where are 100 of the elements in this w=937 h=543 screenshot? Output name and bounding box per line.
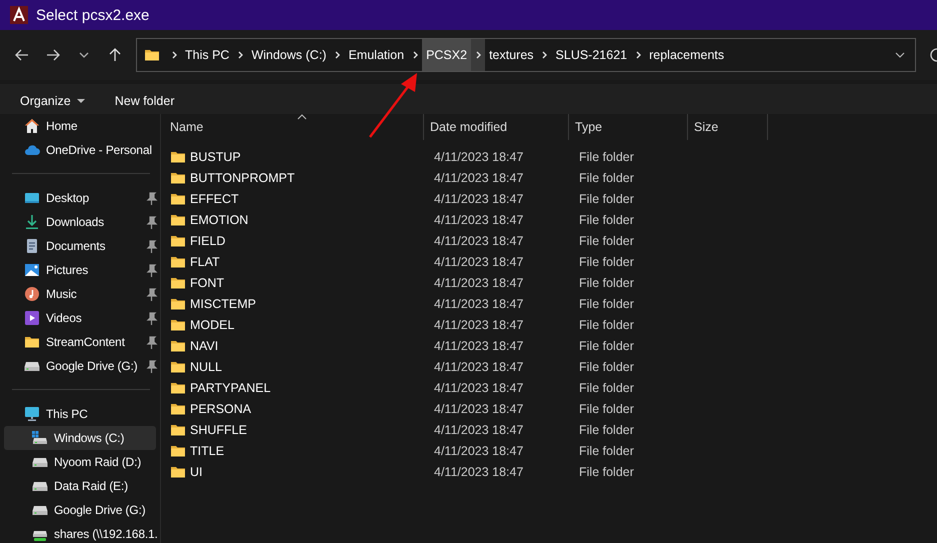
sidebar-item[interactable]: Documents [4, 234, 160, 258]
file-name[interactable]: EMOTION [170, 212, 433, 228]
file-name[interactable]: PERSONA [170, 400, 433, 416]
document-icon [24, 238, 40, 254]
date-modified: 4/11/2023 18:47 [433, 360, 524, 374]
chevron-icon [412, 50, 419, 60]
file-name[interactable]: FONT [170, 274, 433, 290]
date-modified: 4/11/2023 18:47 [433, 276, 524, 290]
file-name[interactable]: SHUFFLE [170, 422, 433, 438]
sidebar-item[interactable]: This PC [4, 402, 160, 426]
file-name[interactable]: FIELD [170, 232, 433, 248]
address-bar[interactable]: This PC Windows (C:) Emulation PCSX2 textures SLUS-21621 replacements [136, 38, 916, 72]
app-icon [10, 6, 28, 24]
breadcrumb[interactable]: Windows (C:) [247, 39, 330, 71]
breadcrumb[interactable]: replacements [645, 39, 728, 71]
desktop-icon [24, 190, 40, 206]
file-type: File folder [578, 380, 635, 394]
date-modified: 4/11/2023 18:47 [433, 170, 524, 184]
file-name[interactable]: MODEL [170, 316, 433, 332]
file-name[interactable]: NAVI [170, 338, 433, 354]
sidebar-item[interactable]: Desktop [4, 186, 160, 210]
date-modified: 4/11/2023 18:47 [433, 444, 524, 458]
file-type: File folder [578, 444, 635, 458]
annotation-arrow [369, 73, 417, 138]
picture-icon [24, 262, 40, 278]
column-header[interactable]: Name [161, 114, 424, 140]
file-name[interactable]: PARTYPANEL [170, 380, 433, 396]
forward-icon [45, 47, 61, 63]
sidebar-item[interactable]: Windows (C:) [4, 426, 156, 450]
file-name[interactable]: EFFECT [170, 190, 433, 206]
breadcrumb[interactable]: Emulation [344, 39, 408, 71]
computer-icon [24, 406, 40, 422]
date-modified: 4/11/2023 18:47 [433, 212, 524, 226]
file-name[interactable]: NULL [170, 358, 433, 374]
file-type: File folder [578, 318, 635, 332]
download-icon [24, 214, 40, 230]
date-modified: 4/11/2023 18:47 [433, 422, 524, 436]
sidebar-item[interactable]: Google Drive (G:) [4, 354, 160, 378]
back-icon [14, 47, 30, 63]
breadcrumb[interactable]: This PC [181, 39, 234, 71]
breadcrumb[interactable]: textures [485, 39, 538, 71]
file-type: File folder [578, 464, 635, 478]
file-type: File folder [578, 422, 635, 436]
date-modified: 4/11/2023 18:47 [433, 402, 524, 416]
system-drive-icon [32, 430, 48, 446]
file-name[interactable]: TITLE [170, 442, 433, 458]
sidebar-item[interactable]: Data Raid (E:) [4, 474, 160, 498]
dropdown-icon [895, 52, 905, 58]
chevron-icon [634, 50, 642, 60]
chevron-icon [334, 50, 341, 60]
chevron-icon [474, 50, 482, 60]
sidebar-item[interactable]: OneDrive - Personal [4, 138, 160, 162]
date-modified: 4/11/2023 18:47 [433, 380, 524, 394]
drive-icon [24, 362, 40, 370]
sidebar-item[interactable]: Pictures [4, 258, 160, 282]
sidebar-item[interactable]: shares (\\192.168.1. [4, 522, 160, 543]
file-type: File folder [578, 212, 635, 226]
new-folder-button[interactable]: New folder [106, 88, 182, 114]
chevron-icon [236, 50, 244, 60]
file-name[interactable]: BUSTUP [170, 148, 433, 164]
caret-icon [76, 99, 85, 103]
column-header[interactable]: Size [688, 114, 768, 140]
drive-icon [32, 506, 48, 514]
column-header[interactable]: Type [569, 114, 688, 140]
sidebar-item[interactable]: Downloads [4, 210, 160, 234]
date-modified: 4/11/2023 18:47 [433, 234, 524, 248]
organize-menu[interactable]: Organize [12, 88, 93, 114]
file-type: File folder [578, 276, 635, 290]
file-type: File folder [578, 192, 635, 206]
file-name[interactable]: UI [170, 464, 433, 480]
date-modified: 4/11/2023 18:47 [433, 150, 524, 164]
file-name[interactable]: BUTTONPROMPT [170, 170, 433, 186]
sidebar-item[interactable]: Home [4, 114, 160, 138]
folder-icon [144, 47, 161, 63]
home-icon [24, 118, 40, 134]
sidebar-item[interactable]: Videos [4, 306, 160, 330]
date-modified: 4/11/2023 18:47 [433, 192, 524, 206]
video-icon [24, 310, 40, 326]
file-name[interactable]: MISCTEMP [170, 296, 433, 312]
up-icon [107, 47, 123, 63]
file-type: File folder [578, 234, 635, 248]
file-type: File folder [578, 402, 635, 416]
breadcrumb[interactable]: PCSX2 [422, 39, 472, 71]
file-type: File folder [578, 360, 635, 374]
drive-icon [32, 458, 48, 466]
folder-icon [24, 334, 40, 350]
drive-icon [32, 482, 48, 490]
file-type: File folder [578, 296, 635, 310]
date-modified: 4/11/2023 18:47 [433, 338, 524, 352]
column-header[interactable]: Date modified [424, 114, 569, 140]
breadcrumb[interactable]: SLUS-21621 [552, 39, 632, 71]
sidebar-item[interactable]: Music [4, 282, 160, 306]
sidebar-item[interactable]: Google Drive (G:) [4, 498, 160, 522]
chevron-icon [541, 50, 548, 60]
sidebar-item[interactable]: StreamContent [4, 330, 160, 354]
file-name[interactable]: FLAT [170, 254, 433, 270]
date-modified: 4/11/2023 18:47 [433, 254, 524, 268]
chevron-icon [170, 50, 178, 60]
sidebar-item[interactable]: Nyoom Raid (D:) [4, 450, 160, 474]
music-icon [24, 286, 40, 302]
